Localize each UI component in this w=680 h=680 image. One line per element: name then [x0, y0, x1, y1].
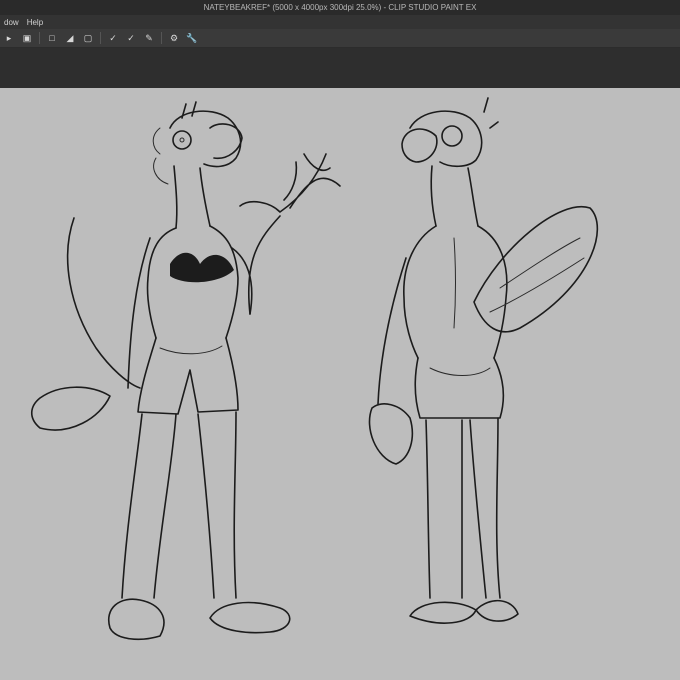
- front-view-figure: [30, 101, 341, 641]
- window-title-bar: NATEYBEAKREF* (5000 x 4000px 300dpi 25.0…: [0, 0, 680, 15]
- tool-property-panel: [0, 48, 680, 88]
- transform-icon[interactable]: □: [46, 32, 58, 44]
- back-view-figure: [368, 97, 599, 624]
- fill-icon[interactable]: ◢: [64, 32, 76, 44]
- window-title: NATEYBEAKREF* (5000 x 4000px 300dpi 25.0…: [203, 3, 477, 12]
- menu-item-help[interactable]: Help: [23, 18, 47, 27]
- pen-check-2-icon[interactable]: ✓: [125, 32, 137, 44]
- menu-item-window[interactable]: dow: [0, 18, 23, 27]
- command-bar: ▸ ▣ □ ◢ ▢ ✓ ✓ ✎ ⚙ 🔧: [0, 29, 680, 48]
- character-sketch: [30, 97, 599, 641]
- settings-icon[interactable]: ⚙: [168, 32, 180, 44]
- select-icon[interactable]: ▢: [82, 32, 94, 44]
- pen-check-icon[interactable]: ✓: [107, 32, 119, 44]
- toolbar-divider: [100, 32, 101, 44]
- wrench-icon[interactable]: 🔧: [186, 32, 198, 44]
- crop-icon[interactable]: ▣: [21, 32, 33, 44]
- pen-edit-icon[interactable]: ✎: [143, 32, 155, 44]
- toolbar-divider: [39, 32, 40, 44]
- toolbar-divider: [161, 32, 162, 44]
- play-icon[interactable]: ▸: [3, 32, 15, 44]
- menu-bar: dow Help: [0, 15, 680, 29]
